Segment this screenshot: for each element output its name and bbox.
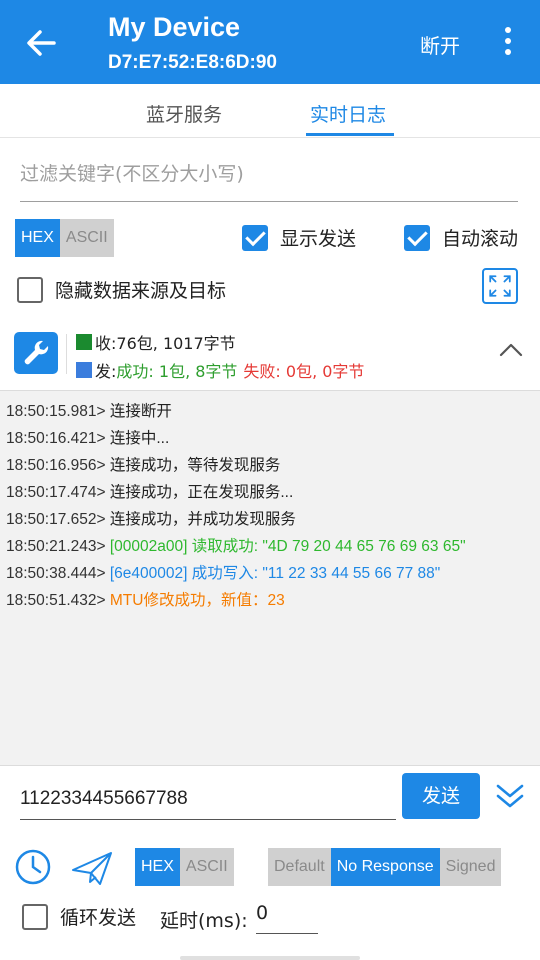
device-address: D7:E7:52:E8:6D:90 [108,52,277,73]
disconnect-button[interactable]: 断开 [420,30,460,59]
log-timestamp: 18:50:17.474> [6,484,106,501]
write-default-option[interactable]: Default [268,848,331,886]
log-line: 18:50:21.243> [00002a00] 读取成功: "4D 79 20… [6,534,466,556]
auto-scroll-label: 自动滚动 [442,228,519,250]
tab-indicator [306,133,394,136]
arrow-left-icon[interactable] [24,26,58,60]
log-timestamp: 18:50:38.444> [6,565,106,582]
tab-realtime-log[interactable]: 实时日志 [310,100,386,127]
send-field [20,780,396,820]
log-line: 18:50:17.652> 连接成功，并成功发现服务 [6,507,296,529]
write-no-response-option[interactable]: No Response [330,848,440,886]
send-plane-icon[interactable] [70,848,114,888]
checkbox-checked-icon[interactable] [242,224,268,251]
log-line: 18:50:17.474> 连接成功，正在发现服务... [6,480,293,502]
filter-field [20,150,518,202]
tab-bar: 蓝牙服务 实时日志 [0,84,540,138]
send-ascii-option[interactable]: ASCII [179,848,234,886]
clock-icon[interactable] [14,848,52,886]
send-format-toggle: HEX ASCII [135,848,234,886]
show-send-label: 显示发送 [280,228,357,250]
write-type-toggle: Default No Response Signed [268,848,502,886]
log-panel[interactable]: 18:50:15.981> 连接断开 18:50:16.421> 连接中... … [0,390,540,766]
wrench-icon[interactable] [14,332,58,374]
log-line: 18:50:15.981> 连接断开 [6,399,172,421]
log-message: 连接成功，正在发现服务... [109,484,294,501]
recv-stats: 收: 76包, 1017字节 [76,330,236,354]
log-line: 18:50:16.956> 连接成功，等待发现服务 [6,453,280,475]
delay-input[interactable]: 0 [256,902,318,934]
tab-bluetooth-services[interactable]: 蓝牙服务 [146,100,222,127]
log-timestamp: 18:50:21.243> [6,538,106,555]
display-format-toggle: HEX ASCII [15,219,114,257]
recv-color-square [76,334,92,350]
checkbox-unchecked-icon[interactable] [17,276,43,303]
send-success-text: 成功: 1包, 8字节 [116,362,238,381]
display-hex-option[interactable]: HEX [15,219,60,257]
log-line: 18:50:38.444> [6e400002] 成功写入: "11 22 33… [6,561,440,583]
send-prefix: 发: [95,362,117,381]
stats-divider [66,334,67,374]
gesture-bar [180,956,360,960]
log-timestamp: 18:50:15.981> [6,403,106,420]
display-ascii-option[interactable]: ASCII [59,219,114,257]
show-send-checkbox[interactable]: 显示发送 [242,224,356,251]
auto-scroll-checkbox[interactable]: 自动滚动 [404,224,518,251]
send-button[interactable]: 发送 [402,773,480,819]
log-message: 连接断开 [109,403,172,420]
recv-prefix: 收: [95,334,117,353]
log-message: MTU修改成功，新值：23 [109,592,285,609]
write-signed-option[interactable]: Signed [439,848,502,886]
hide-source-checkbox[interactable]: 隐藏数据来源及目标 [17,276,226,303]
app-bar: My Device D7:E7:52:E8:6D:90 断开 [0,0,540,84]
filter-input[interactable] [20,150,518,198]
log-message: [6e400002] 成功写入: "11 22 33 44 55 66 77 8… [109,565,441,582]
checkbox-checked-icon[interactable] [404,224,430,251]
send-color-square [76,362,92,378]
device-name: My Device [108,12,241,42]
log-timestamp: 18:50:16.421> [6,430,106,447]
chevron-up-icon[interactable] [498,340,524,360]
delay-label: 延时(ms): [160,910,248,932]
log-timestamp: 18:50:51.432> [6,592,106,609]
log-message: [00002a00] 读取成功: "4D 79 20 44 65 76 69 6… [109,538,466,555]
log-line: 18:50:51.432> MTU修改成功，新值：23 [6,588,285,610]
loop-send-checkbox[interactable]: 循环发送 [22,903,136,930]
send-data-input[interactable] [20,780,396,818]
loop-send-label: 循环发送 [60,907,137,929]
hide-source-label: 隐藏数据来源及目标 [55,280,227,302]
log-timestamp: 18:50:17.652> [6,511,106,528]
log-line: 18:50:16.421> 连接中... [6,426,169,448]
log-message: 连接成功，等待发现服务 [109,457,281,474]
log-message: 连接成功，并成功发现服务 [109,511,296,528]
recv-text: 76包, 1017字节 [116,334,236,353]
log-message: 连接中... [109,430,170,447]
send-hex-option[interactable]: HEX [135,848,180,886]
send-stats: 发: 成功: 1包, 8字节 失败: 0包, 0字节 [76,358,364,382]
log-timestamp: 18:50:16.956> [6,457,106,474]
double-chevron-down-icon[interactable] [494,780,526,812]
send-fail-text: 失败: 0包, 0字节 [243,362,365,381]
more-vert-icon[interactable] [496,24,520,60]
fullscreen-icon[interactable] [482,268,518,304]
checkbox-unchecked-icon[interactable] [22,903,48,930]
